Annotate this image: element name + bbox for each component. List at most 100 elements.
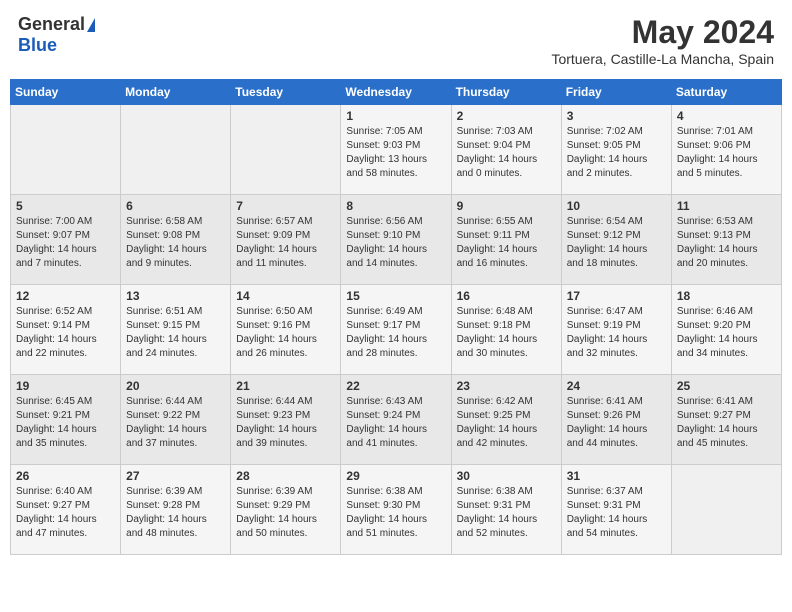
day-number: 16 [457, 289, 556, 303]
day-number: 14 [236, 289, 335, 303]
day-info: Sunrise: 6:39 AM Sunset: 9:28 PM Dayligh… [126, 485, 225, 541]
day-number: 1 [346, 109, 445, 123]
calendar-cell: 21 Sunrise: 6:44 AM Sunset: 9:23 PM Dayli… [231, 375, 341, 465]
day-number: 30 [457, 469, 556, 483]
day-info: Sunrise: 6:50 AM Sunset: 9:16 PM Dayligh… [236, 305, 335, 361]
calendar-cell: 18 Sunrise: 6:46 AM Sunset: 9:20 PM Dayli… [671, 285, 781, 375]
calendar-cell: 15Sunrise: 6:49 AM Sunset: 9:17 PM Dayli… [341, 285, 451, 375]
calendar-cell: 16 Sunrise: 6:48 AM Sunset: 9:18 PM Dayli… [451, 285, 561, 375]
weekday-header-tuesday: Tuesday [231, 80, 341, 105]
calendar-cell: 11 Sunrise: 6:53 AM Sunset: 9:13 PM Dayli… [671, 195, 781, 285]
day-number: 28 [236, 469, 335, 483]
logo: General Blue [18, 14, 95, 56]
day-number: 21 [236, 379, 335, 393]
weekday-header-wednesday: Wednesday [341, 80, 451, 105]
day-info: Sunrise: 6:51 AM Sunset: 9:15 PM Dayligh… [126, 305, 225, 361]
day-number: 20 [126, 379, 225, 393]
weekday-header-friday: Friday [561, 80, 671, 105]
day-number: 25 [677, 379, 776, 393]
day-number: 5 [16, 199, 115, 213]
day-info: Sunrise: 6:42 AM Sunset: 9:25 PM Dayligh… [457, 395, 556, 451]
calendar-cell [11, 105, 121, 195]
day-number: 13 [126, 289, 225, 303]
day-info: Sunrise: 6:54 AM Sunset: 9:12 PM Dayligh… [567, 215, 666, 271]
calendar-cell: 26 Sunrise: 6:40 AM Sunset: 9:27 PM Dayli… [11, 465, 121, 555]
calendar-cell: 19 Sunrise: 6:45 AM Sunset: 9:21 PM Dayli… [11, 375, 121, 465]
logo-text-blue: Blue [18, 35, 57, 56]
calendar-week-row: 5 Sunrise: 7:00 AM Sunset: 9:07 PM Daylig… [11, 195, 782, 285]
calendar-cell: 9Sunrise: 6:55 AM Sunset: 9:11 PM Daylig… [451, 195, 561, 285]
day-number: 22 [346, 379, 445, 393]
day-info: Sunrise: 6:57 AM Sunset: 9:09 PM Dayligh… [236, 215, 335, 271]
day-info: Sunrise: 6:58 AM Sunset: 9:08 PM Dayligh… [126, 215, 225, 271]
day-info: Sunrise: 6:44 AM Sunset: 9:23 PM Dayligh… [236, 395, 335, 451]
day-info: Sunrise: 6:52 AM Sunset: 9:14 PM Dayligh… [16, 305, 115, 361]
calendar-cell: 17Sunrise: 6:47 AM Sunset: 9:19 PM Dayli… [561, 285, 671, 375]
calendar-cell: 14 Sunrise: 6:50 AM Sunset: 9:16 PM Dayli… [231, 285, 341, 375]
weekday-header-saturday: Saturday [671, 80, 781, 105]
day-number: 4 [677, 109, 776, 123]
calendar-cell: 6 Sunrise: 6:58 AM Sunset: 9:08 PM Daylig… [121, 195, 231, 285]
day-number: 2 [457, 109, 556, 123]
day-info: Sunrise: 6:40 AM Sunset: 9:27 PM Dayligh… [16, 485, 115, 541]
day-info: Sunrise: 6:39 AM Sunset: 9:29 PM Dayligh… [236, 485, 335, 541]
calendar-cell: 24Sunrise: 6:41 AM Sunset: 9:26 PM Dayli… [561, 375, 671, 465]
day-info: Sunrise: 7:00 AM Sunset: 9:07 PM Dayligh… [16, 215, 115, 271]
calendar-cell: 12 Sunrise: 6:52 AM Sunset: 9:14 PM Dayli… [11, 285, 121, 375]
calendar-cell [121, 105, 231, 195]
calendar-cell: 23Sunrise: 6:42 AM Sunset: 9:25 PM Dayli… [451, 375, 561, 465]
day-number: 7 [236, 199, 335, 213]
day-info: Sunrise: 6:48 AM Sunset: 9:18 PM Dayligh… [457, 305, 556, 361]
day-number: 26 [16, 469, 115, 483]
calendar-body: 1 Sunrise: 7:05 AM Sunset: 9:03 PM Daylig… [11, 105, 782, 555]
calendar-week-row: 12 Sunrise: 6:52 AM Sunset: 9:14 PM Dayli… [11, 285, 782, 375]
day-info: Sunrise: 6:53 AM Sunset: 9:13 PM Dayligh… [677, 215, 776, 271]
day-number: 9 [457, 199, 556, 213]
day-info: Sunrise: 6:41 AM Sunset: 9:27 PM Dayligh… [677, 395, 776, 451]
day-number: 11 [677, 199, 776, 213]
calendar-cell: 30 Sunrise: 6:38 AM Sunset: 9:31 PM Dayli… [451, 465, 561, 555]
calendar-cell: 31 Sunrise: 6:37 AM Sunset: 9:31 PM Dayli… [561, 465, 671, 555]
calendar-cell: 22Sunrise: 6:43 AM Sunset: 9:24 PM Dayli… [341, 375, 451, 465]
calendar-cell: 29Sunrise: 6:38 AM Sunset: 9:30 PM Dayli… [341, 465, 451, 555]
day-number: 3 [567, 109, 666, 123]
day-info: Sunrise: 6:44 AM Sunset: 9:22 PM Dayligh… [126, 395, 225, 451]
day-info: Sunrise: 7:02 AM Sunset: 9:05 PM Dayligh… [567, 125, 666, 181]
calendar-cell: 3 Sunrise: 7:02 AM Sunset: 9:05 PM Daylig… [561, 105, 671, 195]
weekday-header-row: SundayMondayTuesdayWednesdayThursdayFrid… [11, 80, 782, 105]
day-info: Sunrise: 6:46 AM Sunset: 9:20 PM Dayligh… [677, 305, 776, 361]
day-info: Sunrise: 6:38 AM Sunset: 9:31 PM Dayligh… [457, 485, 556, 541]
day-info: Sunrise: 6:45 AM Sunset: 9:21 PM Dayligh… [16, 395, 115, 451]
calendar-cell [231, 105, 341, 195]
day-number: 6 [126, 199, 225, 213]
day-info: Sunrise: 6:37 AM Sunset: 9:31 PM Dayligh… [567, 485, 666, 541]
calendar-week-row: 26 Sunrise: 6:40 AM Sunset: 9:27 PM Dayli… [11, 465, 782, 555]
day-number: 31 [567, 469, 666, 483]
day-number: 19 [16, 379, 115, 393]
calendar-title: May 2024 [551, 14, 774, 51]
day-number: 27 [126, 469, 225, 483]
calendar-cell: 25 Sunrise: 6:41 AM Sunset: 9:27 PM Dayli… [671, 375, 781, 465]
day-info: Sunrise: 7:01 AM Sunset: 9:06 PM Dayligh… [677, 125, 776, 181]
day-number: 18 [677, 289, 776, 303]
calendar-cell: 4 Sunrise: 7:01 AM Sunset: 9:06 PM Daylig… [671, 105, 781, 195]
weekday-header-sunday: Sunday [11, 80, 121, 105]
calendar-week-row: 1 Sunrise: 7:05 AM Sunset: 9:03 PM Daylig… [11, 105, 782, 195]
calendar-cell: 27 Sunrise: 6:39 AM Sunset: 9:28 PM Dayli… [121, 465, 231, 555]
logo-text-general: General [18, 14, 85, 35]
weekday-header-monday: Monday [121, 80, 231, 105]
day-info: Sunrise: 7:05 AM Sunset: 9:03 PM Dayligh… [346, 125, 445, 181]
calendar-cell: 20 Sunrise: 6:44 AM Sunset: 9:22 PM Dayli… [121, 375, 231, 465]
logo-triangle-icon [87, 18, 95, 32]
calendar-cell: 28 Sunrise: 6:39 AM Sunset: 9:29 PM Dayli… [231, 465, 341, 555]
day-number: 24 [567, 379, 666, 393]
day-info: Sunrise: 6:47 AM Sunset: 9:19 PM Dayligh… [567, 305, 666, 361]
title-block: May 2024 Tortuera, Castille-La Mancha, S… [551, 14, 774, 67]
day-info: Sunrise: 6:56 AM Sunset: 9:10 PM Dayligh… [346, 215, 445, 271]
day-number: 12 [16, 289, 115, 303]
calendar-header: SundayMondayTuesdayWednesdayThursdayFrid… [11, 80, 782, 105]
day-number: 10 [567, 199, 666, 213]
calendar-cell: 5 Sunrise: 7:00 AM Sunset: 9:07 PM Daylig… [11, 195, 121, 285]
calendar-cell: 8Sunrise: 6:56 AM Sunset: 9:10 PM Daylig… [341, 195, 451, 285]
calendar-subtitle: Tortuera, Castille-La Mancha, Spain [551, 51, 774, 67]
